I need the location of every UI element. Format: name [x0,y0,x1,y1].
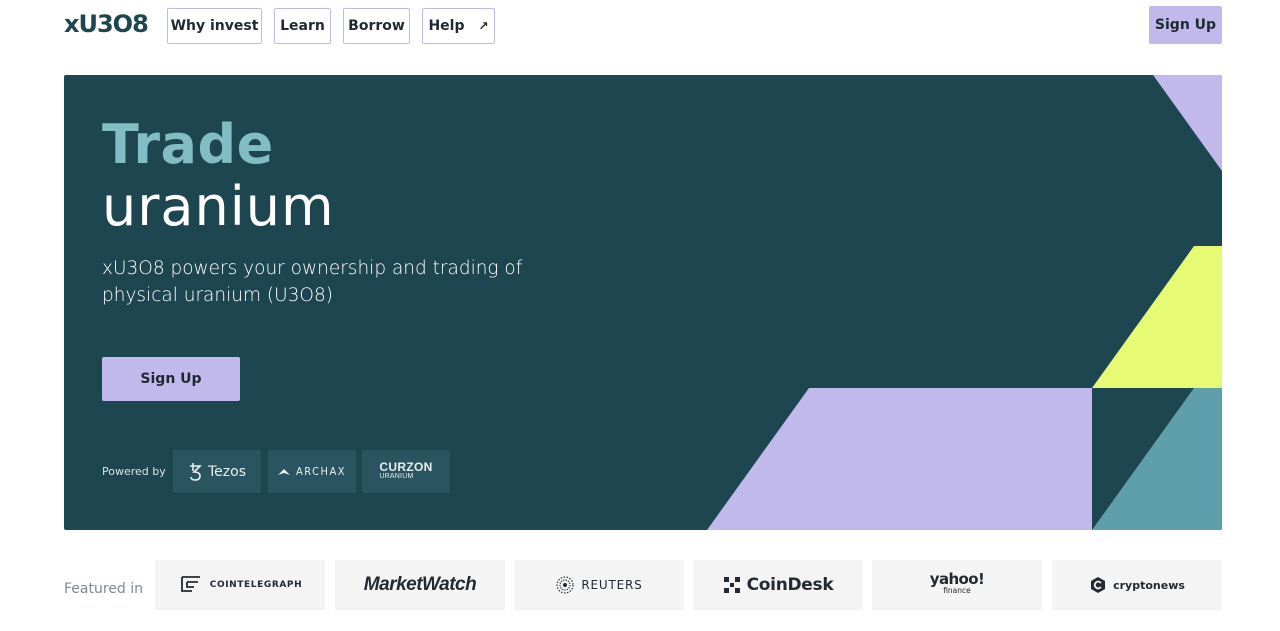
powered-by-label: Powered by [102,465,166,478]
site-logo[interactable]: xU3O8 [64,10,149,38]
partner-archax[interactable]: ARCHAX [268,450,356,493]
nav-why-invest[interactable]: Why invest [167,8,262,44]
partner-tezos[interactable]: Tezos [173,450,261,493]
partner-name: ARCHAX [296,465,346,478]
featured-coindesk[interactable]: CoinDesk [693,560,863,610]
nav-learn[interactable]: Learn [274,8,331,44]
partner-name: Tezos [208,463,246,480]
hero-signup-button[interactable]: Sign Up [102,357,240,401]
hero-title-line2: uranium [102,175,335,238]
partner-curzon-uranium[interactable]: CURZON URANIUM [362,450,450,493]
nav-label: Learn [280,18,325,34]
nav-label: Borrow [348,18,405,34]
header-signup-button[interactable]: Sign Up [1149,6,1222,44]
outlet-name: cryptonews [1113,578,1185,592]
nav-help[interactable]: Help ↗ [422,8,495,44]
nav-label: Help [428,18,465,34]
featured-cryptonews[interactable]: cryptonews [1052,560,1222,610]
featured-yahoo-finance[interactable]: yahoo! finance [872,560,1042,610]
nav-label: Why invest [170,18,259,34]
nav-borrow[interactable]: Borrow [343,8,410,44]
lime-shape [1092,246,1222,388]
featured-reuters[interactable]: REUTERS [514,560,684,610]
external-link-arrow-icon: ↗ [478,19,489,33]
outlet-name: MarketWatch [363,574,477,595]
cointelegraph-icon [180,576,200,592]
lavender-bottom-shape [707,388,1092,530]
reuters-icon [556,576,575,594]
hero-subtitle: xU3O8 powers your ownership and trading … [102,258,523,306]
lavender-corner-shape [1153,75,1222,171]
teal-shape [1092,388,1222,530]
featured-marketwatch[interactable]: MarketWatch [335,560,505,610]
outlet-name: yahoo! [929,570,985,588]
featured-cointelegraph[interactable]: COINTELEGRAPH [155,560,325,610]
outlet-name: REUTERS [581,578,643,592]
coindesk-icon [723,577,740,593]
hero-banner: Trade uranium xU3O8 powers your ownershi… [64,75,1222,530]
outlet-name: COINTELEGRAPH [209,580,303,590]
tezos-icon [190,462,202,481]
featured-in-label: Featured in [64,581,144,597]
cryptonews-icon [1091,577,1106,593]
hero-title-line1: Trade [102,113,274,176]
archax-icon [278,468,290,475]
outlet-name: CoinDesk [746,575,834,595]
outlet-subname: finance [943,586,971,595]
partner-subname: URANIUM [379,472,414,480]
partner-name: CURZON [379,459,433,474]
